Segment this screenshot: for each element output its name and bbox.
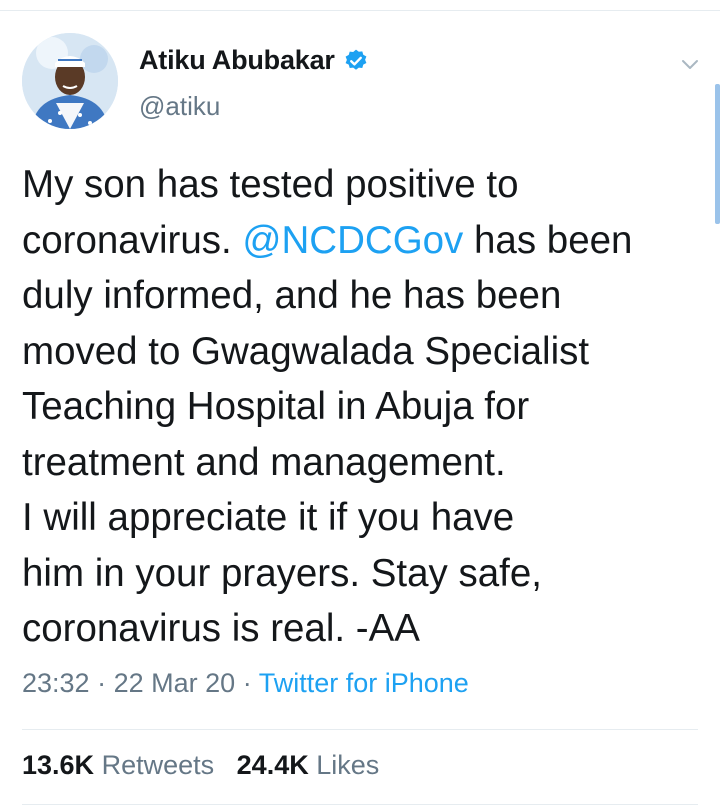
tweet-text: My son has tested positive to coronaviru… [22, 157, 712, 657]
avatar-image [22, 33, 118, 129]
likes-label: Likes [316, 750, 380, 780]
tweet-meta: 23:32 · 22 Mar 20 · Twitter for iPhone [22, 668, 469, 699]
tweet-text-part: has been duly informed, and he has been … [22, 218, 633, 651]
handle[interactable]: @atiku [139, 91, 220, 122]
retweets-stat[interactable]: 13.6K Retweets [22, 750, 214, 780]
display-name[interactable]: Atiku Abubakar [139, 45, 335, 76]
tweet-header: Atiku Abubakar @atiku [22, 33, 702, 133]
divider [22, 729, 698, 730]
retweets-label: Retweets [101, 750, 215, 780]
divider [22, 804, 698, 805]
scrollbar[interactable] [715, 84, 720, 224]
tweet-time[interactable]: 23:32 [22, 668, 90, 698]
likes-count: 24.4K [236, 750, 309, 780]
likes-stat[interactable]: 24.4K Likes [237, 750, 380, 780]
chevron-down-icon[interactable] [679, 53, 701, 75]
retweets-count: 13.6K [22, 750, 95, 780]
tweet-date[interactable]: 22 Mar 20 [114, 668, 236, 698]
mention-link[interactable]: @NCDCGov [242, 219, 463, 262]
meta-separator: · [97, 668, 107, 698]
avatar[interactable] [22, 33, 118, 129]
meta-separator: · [242, 668, 252, 698]
top-divider [0, 10, 720, 11]
verified-badge-icon [345, 49, 367, 70]
tweet-stats: 13.6K Retweets 24.4K Likes [22, 750, 379, 781]
tweet-source[interactable]: Twitter for iPhone [259, 668, 469, 698]
